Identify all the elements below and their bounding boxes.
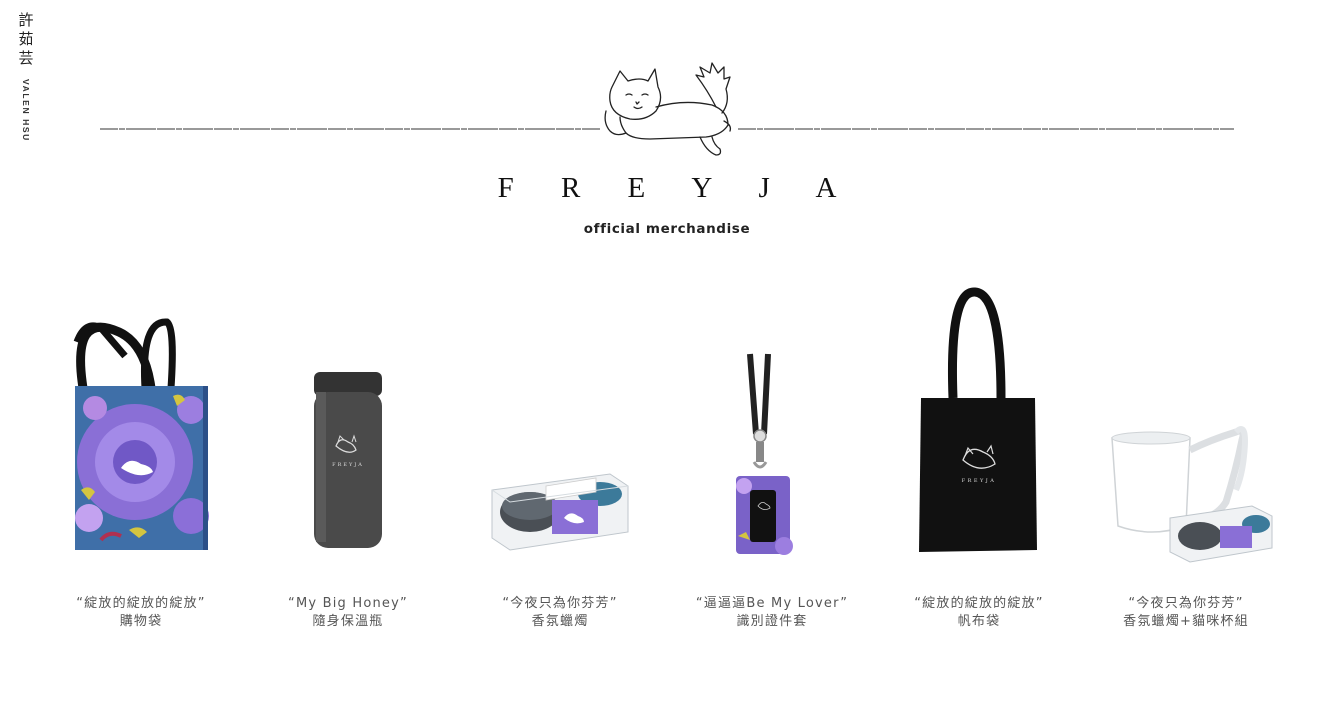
product-type: 識別證件套 — [736, 614, 808, 629]
floral-shopping-bag-icon — [73, 318, 209, 550]
product-type: 隨身保溫瓶 — [312, 614, 384, 629]
cat-mug-candle-set-icon — [1111, 426, 1273, 563]
brand-subtitle: official merchandise — [583, 221, 751, 237]
product-type: 購物袋 — [119, 614, 163, 629]
product-card-candle[interactable]: “今夜只為你芬芳” 香氛蠟燭 — [460, 280, 660, 640]
product-type: 帆布袋 — [957, 614, 1001, 629]
product-type: 香氛蠟燭 — [531, 614, 589, 629]
product-card-tote[interactable]: FREYJA “綻放的綻放的綻放” 帆布袋 — [879, 280, 1079, 640]
black-tote-bag-icon: FREYJA — [919, 287, 1037, 552]
product-card-mug-set[interactable]: “今夜只為你芬芳” 香氛蠟燭+貓咪杯組 — [1086, 280, 1286, 640]
product-name: “逼逼逼Be My Lover” — [695, 596, 849, 611]
candle-box-icon — [491, 473, 629, 551]
product-name: “My Big Honey” — [288, 596, 408, 611]
product-card-floral-shopping-bag[interactable]: “綻放的綻放的綻放” 購物袋 — [41, 280, 241, 640]
product-card-lanyard[interactable]: “逼逼逼Be My Lover” 識別證件套 — [672, 280, 872, 640]
tumbler-icon: FREYJA — [314, 372, 382, 548]
product-caption: “今夜只為你芬芳” 香氛蠟燭+貓咪杯組 — [1066, 595, 1306, 631]
product-name: “綻放的綻放的綻放” — [76, 596, 206, 611]
product-caption: “綻放的綻放的綻放” 帆布袋 — [859, 595, 1099, 631]
lanyard-card-holder-icon — [736, 353, 793, 555]
product-name: “今夜只為你芬芳” — [1128, 596, 1244, 611]
svg-text:FREYJA: FREYJA — [962, 478, 997, 484]
product-caption: “今夜只為你芬芳” 香氛蠟燭 — [440, 595, 680, 631]
product-type: 香氛蠟燭+貓咪杯組 — [1123, 614, 1249, 629]
product-caption: “綻放的綻放的綻放” 購物袋 — [21, 595, 261, 631]
product-name: “今夜只為你芬芳” — [502, 596, 618, 611]
product-caption: “逼逼逼Be My Lover” 識別證件套 — [652, 595, 892, 631]
brand-title: F R E Y J A — [497, 172, 857, 204]
svg-text:FREYJA: FREYJA — [332, 462, 364, 468]
product-card-tumbler[interactable]: FREYJA “My Big Honey” 隨身保溫瓶 — [248, 280, 448, 640]
product-name: “綻放的綻放的綻放” — [914, 596, 1044, 611]
product-caption: “My Big Honey” 隨身保溫瓶 — [228, 595, 468, 631]
header-divider — [100, 62, 1234, 156]
lying-cat-icon — [604, 62, 732, 156]
